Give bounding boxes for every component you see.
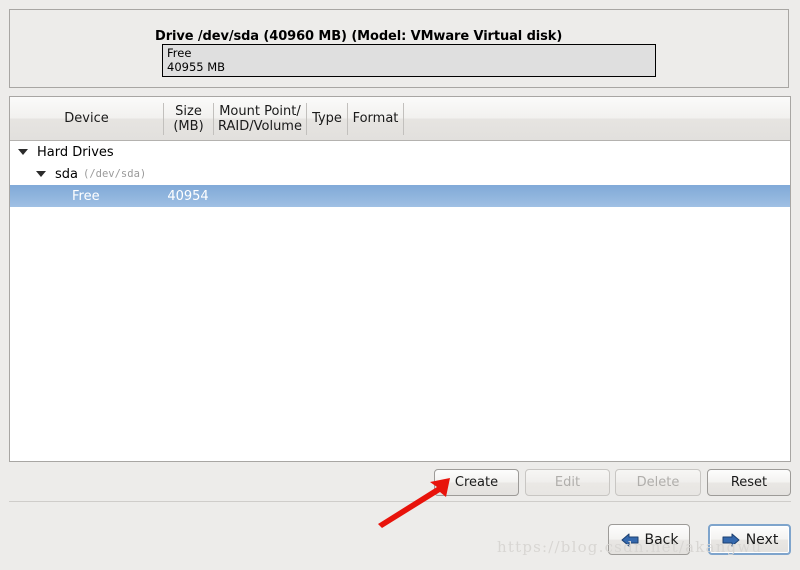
- column-header-format-label: Format: [352, 111, 399, 126]
- tree-row-device-path: (/dev/sda): [83, 168, 147, 180]
- column-header-size-line2: (MB): [173, 118, 204, 134]
- drive-summary-panel: Drive /dev/sda (40960 MB) (Model: VMware…: [9, 9, 789, 88]
- tree-cell-size: 40954: [167, 188, 209, 204]
- tree-cell-device: Free: [72, 185, 100, 207]
- tree-cell-device: sda (/dev/sda): [36, 163, 146, 185]
- back-button[interactable]: Back: [608, 524, 690, 555]
- tree-row-label: Hard Drives: [37, 144, 114, 160]
- back-button-label: Back: [644, 531, 679, 548]
- column-header-device[interactable]: Device: [10, 97, 163, 140]
- delete-button: Delete: [615, 469, 701, 496]
- tree-row-label: sda: [55, 166, 78, 182]
- column-header-size-line1: Size: [175, 103, 202, 119]
- device-tree-panel[interactable]: Device Size (MB) Mount Point/ RAID/Volum…: [9, 96, 791, 462]
- next-button-label: Next: [745, 531, 779, 548]
- column-header-size[interactable]: Size (MB): [164, 97, 213, 140]
- column-header-format[interactable]: Format: [348, 97, 403, 140]
- expander-twisty-icon[interactable]: [18, 149, 28, 155]
- expander-twisty-icon[interactable]: [36, 171, 46, 177]
- column-divider-5[interactable]: [403, 103, 404, 135]
- device-tree-header: Device Size (MB) Mount Point/ RAID/Volum…: [10, 97, 790, 141]
- drive-usage-bar[interactable]: Free 40955 MB: [162, 44, 656, 77]
- create-button[interactable]: Create: [434, 469, 519, 496]
- tree-cell-size: [163, 141, 213, 163]
- horizontal-separator: [9, 501, 791, 502]
- tree-row-hard-drives[interactable]: Hard Drives: [10, 141, 790, 163]
- tree-cell-device: Hard Drives: [18, 141, 114, 163]
- tree-row-label: Free: [72, 188, 100, 204]
- next-button[interactable]: Next: [708, 524, 791, 555]
- tree-row-free[interactable]: Free 40954: [10, 185, 790, 207]
- column-header-mount-line2: RAID/Volume: [218, 118, 302, 134]
- tree-cell-size: [163, 163, 213, 185]
- drive-segment-size: 40955 MB: [167, 60, 226, 74]
- tree-row-sda[interactable]: sda (/dev/sda): [10, 163, 790, 185]
- drive-segment-label: Free: [167, 46, 192, 60]
- arrow-left-icon: [620, 532, 640, 548]
- arrow-right-icon: [721, 532, 741, 548]
- reset-button[interactable]: Reset: [707, 469, 791, 496]
- column-header-mount-line1: Mount Point/: [219, 103, 301, 119]
- column-header-device-label: Device: [64, 111, 109, 126]
- column-header-type-label: Type: [312, 111, 342, 126]
- column-header-mount-point[interactable]: Mount Point/ RAID/Volume: [214, 97, 306, 140]
- edit-button: Edit: [525, 469, 610, 496]
- device-tree-rows: Hard Drives sda (/dev/sda) Free 40954: [10, 141, 790, 207]
- column-header-type[interactable]: Type: [307, 97, 347, 140]
- drive-title: Drive /dev/sda (40960 MB) (Model: VMware…: [155, 29, 563, 44]
